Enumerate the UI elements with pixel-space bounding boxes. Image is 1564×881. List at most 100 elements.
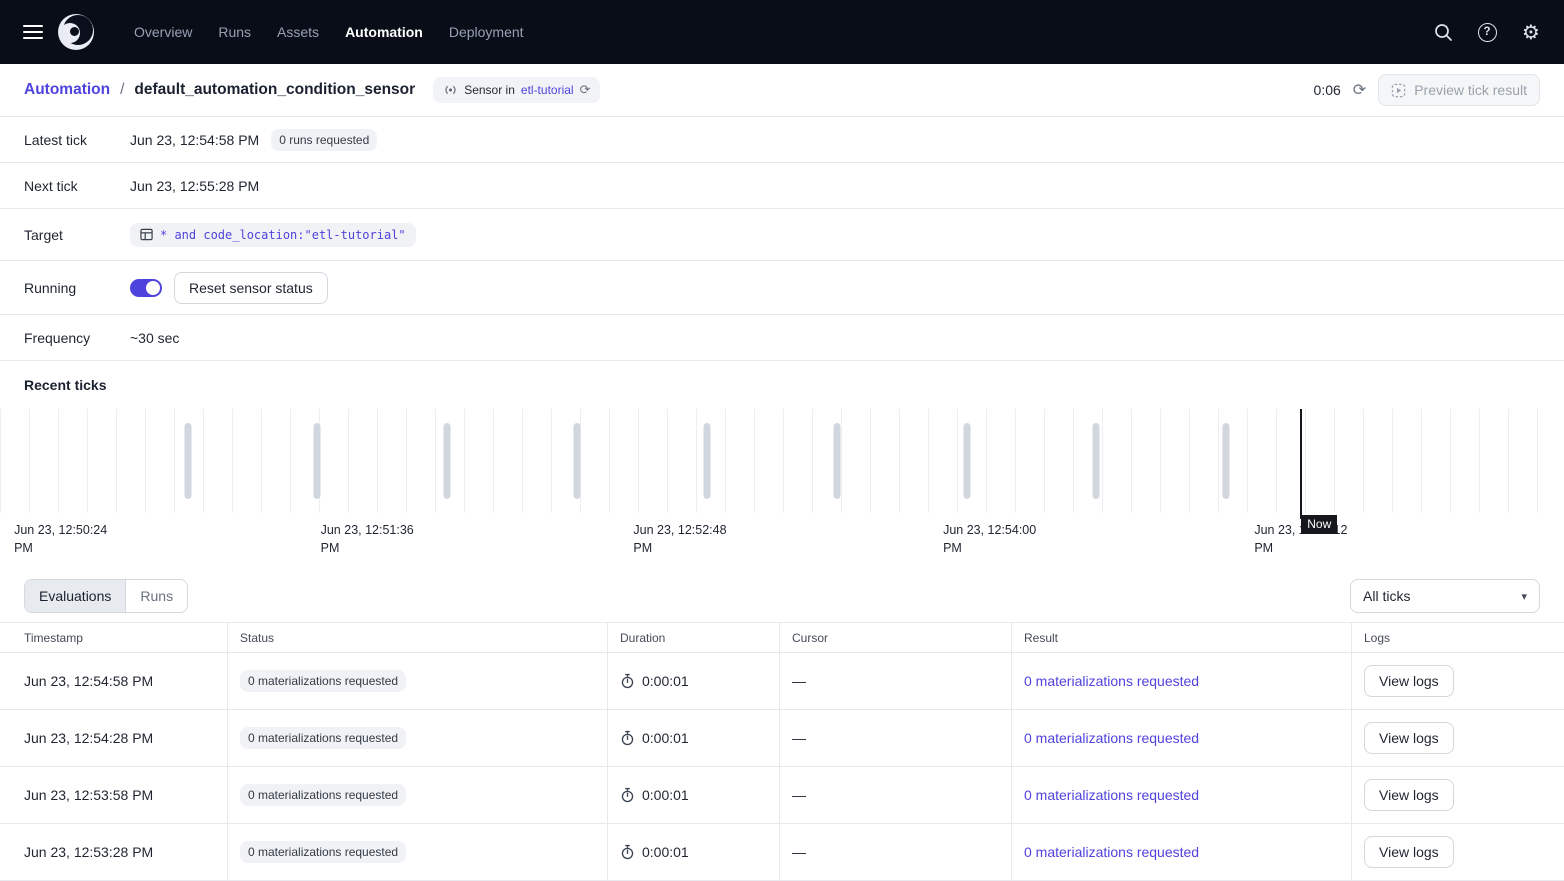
nav-item-deployment[interactable]: Deployment — [449, 24, 524, 40]
result-link[interactable]: 0 materializations requested — [1024, 673, 1199, 689]
tab-evaluations[interactable]: Evaluations — [25, 580, 126, 612]
ticks-filter-dropdown[interactable]: All ticks ▾ — [1350, 579, 1540, 613]
target-selection-text: * and code_location:"etl-tutorial" — [160, 228, 406, 242]
detail-row-target: Target * and code_location:"etl-tutorial… — [0, 209, 1564, 261]
search-icon[interactable] — [1430, 19, 1456, 45]
recent-ticks-timeline: Jun 23, 12:50:24 PM Jun 23, 12:51:36 PM … — [0, 409, 1564, 570]
header-right: 0:06 ⟳ Preview tick result — [1314, 74, 1540, 106]
tick-bar[interactable] — [444, 423, 451, 499]
preview-tick-result-button[interactable]: Preview tick result — [1378, 74, 1540, 106]
duration-value: 0:00:01 — [642, 673, 689, 689]
tick-bar[interactable] — [1093, 423, 1100, 499]
breadcrumb-separator: / — [120, 81, 124, 99]
target-label: Target — [24, 227, 130, 243]
running-toggle[interactable] — [130, 279, 162, 297]
result-link[interactable]: 0 materializations requested — [1024, 730, 1199, 746]
reset-sensor-status-button[interactable]: Reset sensor status — [174, 272, 328, 304]
col-status: Status — [228, 623, 608, 652]
next-tick-value: Jun 23, 12:55:28 PM — [130, 178, 259, 194]
preview-icon — [1391, 83, 1406, 98]
tick-bar[interactable] — [1223, 423, 1230, 499]
axis-label: Jun 23, 12:52:48 PM — [633, 521, 733, 557]
table-row: Jun 23, 12:54:58 PM 0 materializations r… — [0, 653, 1564, 710]
stopwatch-icon — [620, 844, 635, 860]
status-badge: 0 materializations requested — [240, 841, 406, 863]
col-result: Result — [1012, 623, 1352, 652]
timestamp-cell: Jun 23, 12:53:28 PM — [0, 824, 228, 880]
tick-bar[interactable] — [833, 423, 840, 499]
page-title: default_automation_condition_sensor — [134, 81, 415, 99]
tick-bar[interactable] — [184, 423, 191, 499]
detail-row-latest-tick: Latest tick Jun 23, 12:54:58 PM 0 runs r… — [0, 117, 1564, 163]
page-header: Automation / default_automation_conditio… — [0, 64, 1564, 117]
table-row: Jun 23, 12:54:28 PM 0 materializations r… — [0, 710, 1564, 767]
asset-table-icon — [140, 228, 153, 241]
frequency-label: Frequency — [24, 330, 130, 346]
tabs-row: Evaluations Runs All ticks ▾ — [0, 570, 1564, 622]
axis-label: Jun 23, 12:54:00 PM — [943, 521, 1043, 557]
tick-bar[interactable] — [574, 423, 581, 499]
evaluations-runs-segmented-control: Evaluations Runs — [24, 579, 188, 613]
axis-label: Jun 23, 12:51:36 PM — [321, 521, 421, 557]
badge-refresh-icon[interactable]: ⟳ — [580, 84, 591, 97]
table-header: Timestamp Status Duration Cursor Result … — [0, 623, 1564, 653]
target-selection-badge[interactable]: * and code_location:"etl-tutorial" — [130, 223, 416, 247]
hamburger-menu-icon[interactable] — [14, 13, 52, 51]
duration-value: 0:00:01 — [642, 787, 689, 803]
nav-item-assets[interactable]: Assets — [277, 24, 319, 40]
tick-countdown: 0:06 — [1314, 82, 1341, 98]
dagster-logo-icon[interactable] — [58, 14, 94, 50]
col-cursor: Cursor — [780, 623, 1012, 652]
view-logs-button[interactable]: View logs — [1364, 779, 1454, 811]
help-icon[interactable]: ? — [1474, 19, 1500, 45]
breadcrumb-automation-link[interactable]: Automation — [24, 81, 110, 99]
detail-row-running: Running Reset sensor status — [0, 261, 1564, 315]
view-logs-button[interactable]: View logs — [1364, 722, 1454, 754]
stopwatch-icon — [620, 730, 635, 746]
table-row: Jun 23, 12:53:58 PM 0 materializations r… — [0, 767, 1564, 824]
recent-ticks-heading: Recent ticks — [0, 361, 1564, 409]
view-logs-button[interactable]: View logs — [1364, 665, 1454, 697]
view-logs-button[interactable]: View logs — [1364, 836, 1454, 868]
latest-tick-label: Latest tick — [24, 132, 130, 148]
now-line — [1300, 409, 1302, 519]
sensor-location-badge: Sensor in etl-tutorial ⟳ — [433, 77, 600, 103]
status-badge: 0 materializations requested — [240, 727, 406, 749]
col-logs: Logs — [1352, 623, 1564, 652]
nav-item-overview[interactable]: Overview — [134, 24, 192, 40]
timestamp-cell: Jun 23, 12:53:58 PM — [0, 767, 228, 823]
col-timestamp: Timestamp — [0, 623, 228, 652]
tab-runs[interactable]: Runs — [126, 580, 187, 612]
stopwatch-icon — [620, 787, 635, 803]
refresh-icon[interactable]: ⟳ — [1353, 82, 1366, 98]
tick-bar[interactable] — [703, 423, 710, 499]
stopwatch-icon — [620, 673, 635, 689]
sensor-badge-prefix: Sensor in — [464, 83, 515, 97]
nav-items: Overview Runs Assets Automation Deployme… — [134, 24, 524, 40]
table-row: Jun 23, 12:53:28 PM 0 materializations r… — [0, 824, 1564, 881]
tick-bar[interactable] — [963, 423, 970, 499]
nav-item-runs[interactable]: Runs — [218, 24, 251, 40]
result-link[interactable]: 0 materializations requested — [1024, 787, 1199, 803]
frequency-value: ~30 sec — [130, 330, 179, 346]
runs-requested-badge: 0 runs requested — [271, 129, 377, 151]
recent-ticks-chart[interactable] — [0, 409, 1564, 513]
cursor-value: — — [792, 787, 806, 803]
next-tick-label: Next tick — [24, 178, 130, 194]
cursor-value: — — [792, 673, 806, 689]
nav-right-icons: ? ⚙ — [1430, 19, 1544, 45]
timestamp-cell: Jun 23, 12:54:28 PM — [0, 710, 228, 766]
cursor-value: — — [792, 730, 806, 746]
top-nav: Overview Runs Assets Automation Deployme… — [0, 0, 1564, 64]
sensor-signal-icon — [443, 84, 458, 96]
sensor-code-location-link[interactable]: etl-tutorial — [521, 83, 574, 97]
timestamp-cell: Jun 23, 12:54:58 PM — [0, 653, 228, 709]
tick-bar[interactable] — [314, 423, 321, 499]
axis-label: Jun 23, 12:50:24 PM — [14, 521, 114, 557]
result-link[interactable]: 0 materializations requested — [1024, 844, 1199, 860]
detail-row-frequency: Frequency ~30 sec — [0, 315, 1564, 361]
detail-row-next-tick: Next tick Jun 23, 12:55:28 PM — [0, 163, 1564, 209]
settings-gear-icon[interactable]: ⚙ — [1518, 19, 1544, 45]
nav-item-automation[interactable]: Automation — [345, 24, 423, 40]
latest-tick-value: Jun 23, 12:54:58 PM — [130, 132, 259, 148]
